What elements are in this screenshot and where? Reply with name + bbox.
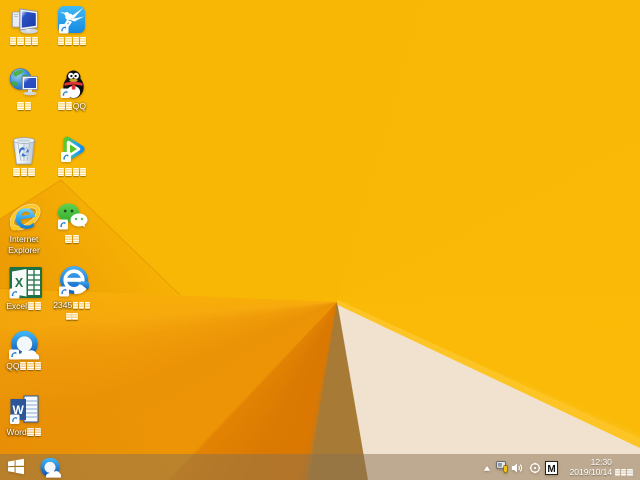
- svg-text:M: M: [547, 464, 555, 475]
- svg-text:X: X: [15, 276, 24, 290]
